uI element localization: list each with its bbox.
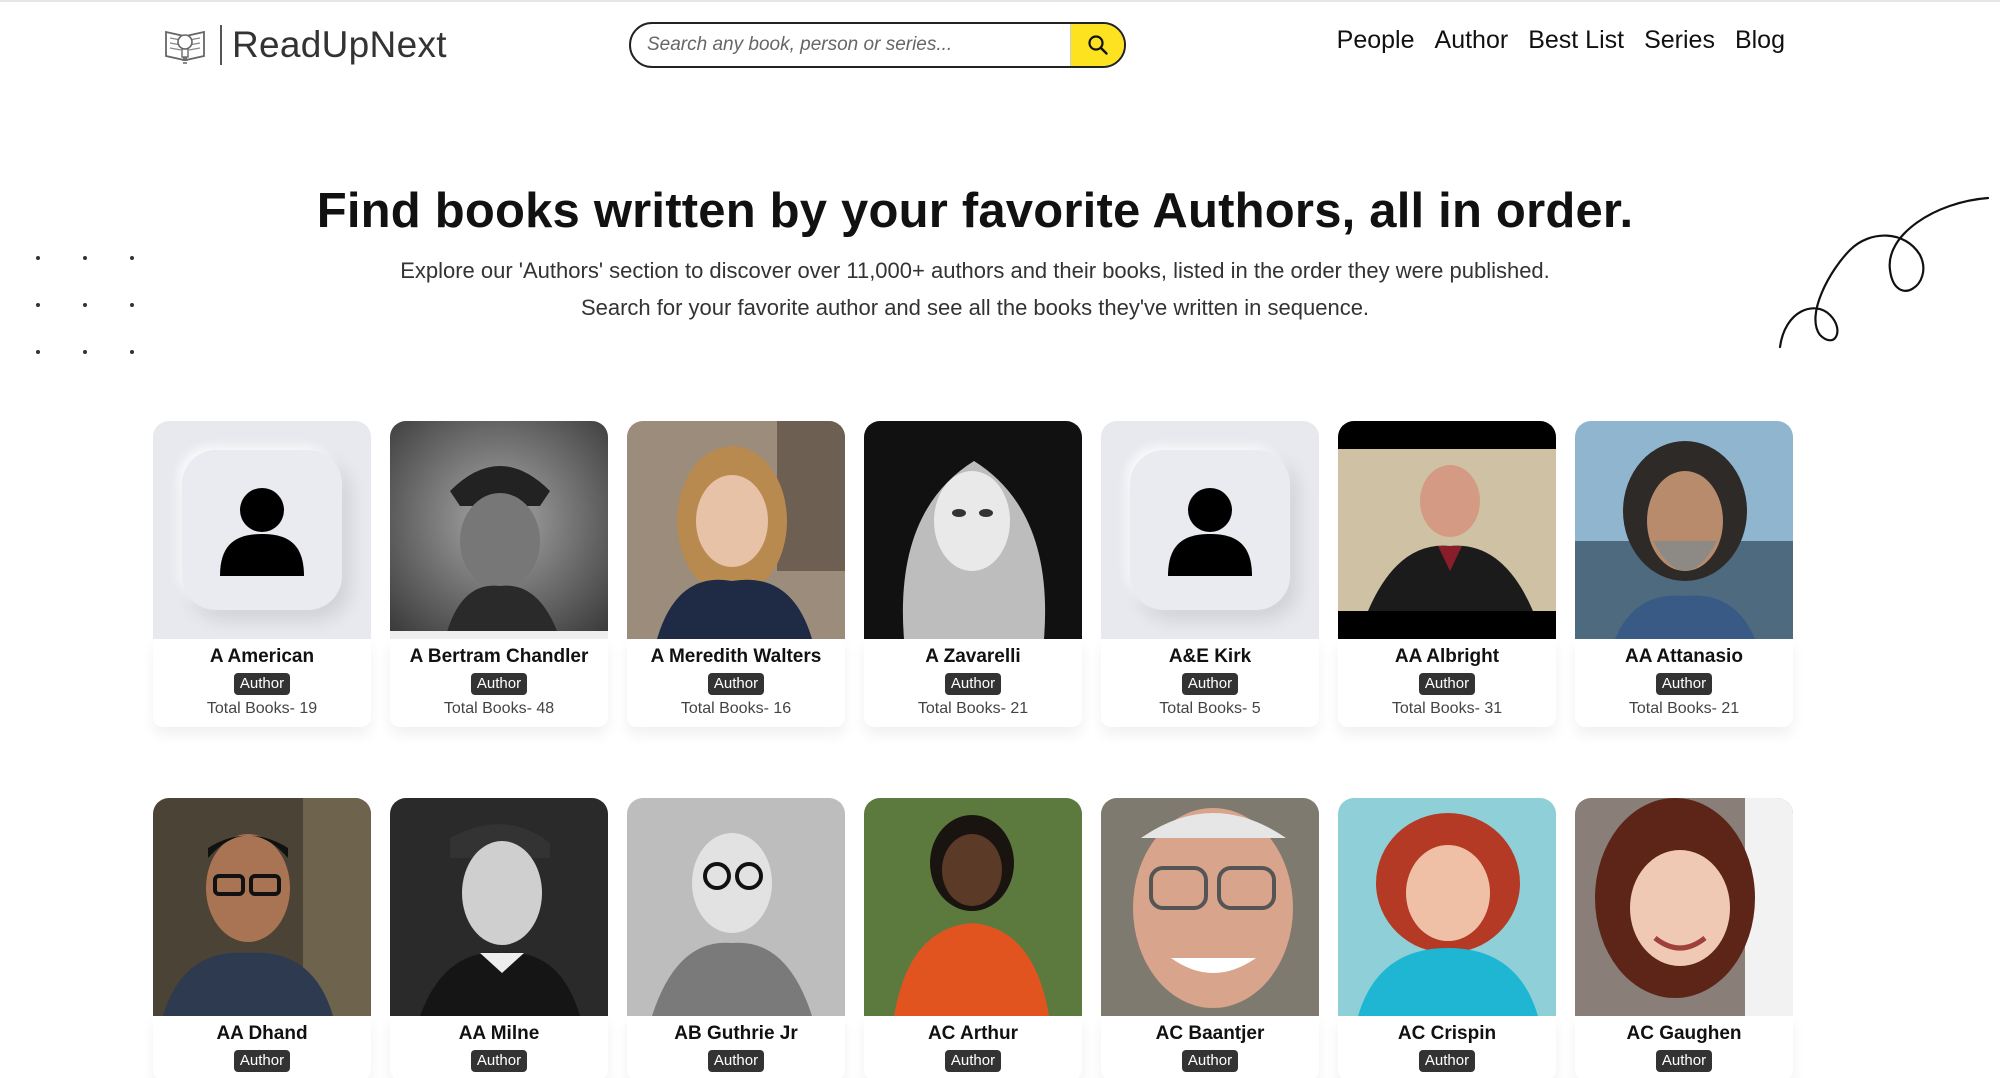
page-subtitle-line2: Search for your favorite author and see …: [580, 295, 1370, 320]
author-name[interactable]: AC Arthur: [864, 1021, 1082, 1047]
search-input[interactable]: [631, 24, 1070, 66]
author-card[interactable]: AA Dhand Author: [153, 798, 371, 1078]
site-header: ReadUpNext People Author Best List Serie…: [0, 0, 2000, 92]
author-info: AC Baantjer Author: [1101, 1016, 1319, 1078]
author-badge: Author: [1655, 673, 1713, 695]
author-badge: Author: [233, 673, 291, 695]
author-badge: Author: [707, 1050, 765, 1072]
author-card[interactable]: A Bertram Chandler Author Total Books- 4…: [390, 421, 608, 727]
author-badge: Author: [1181, 673, 1239, 695]
author-name[interactable]: A American: [153, 644, 371, 670]
author-name[interactable]: A Zavarelli: [864, 644, 1082, 670]
author-badge: Author: [233, 1050, 291, 1072]
author-photo[interactable]: [1575, 421, 1793, 639]
author-info: A American Author Total Books- 19: [153, 639, 371, 727]
author-photo[interactable]: [1101, 421, 1319, 639]
author-badge: Author: [470, 1050, 528, 1072]
author-card[interactable]: AA Albright Author Total Books- 31: [1338, 421, 1556, 727]
total-books: Total Books- 21: [1628, 700, 1740, 717]
author-info: AA Milne Author: [390, 1016, 608, 1078]
author-card[interactable]: AA Milne Author: [390, 798, 608, 1078]
author-info: A Zavarelli Author Total Books- 21: [864, 639, 1082, 727]
author-info: AC Arthur Author: [864, 1016, 1082, 1078]
person-icon: [1168, 488, 1252, 576]
total-books: Total Books- 19: [206, 700, 318, 717]
page-subtitle-line1: Explore our 'Authors' section to discove…: [400, 258, 1550, 283]
author-card[interactable]: AC Arthur Author: [864, 798, 1082, 1078]
logo-divider: [220, 25, 222, 65]
nav-series[interactable]: Series: [1644, 26, 1715, 55]
main-nav: People Author Best List Series Blog: [1337, 26, 1785, 55]
author-badge: Author: [707, 673, 765, 695]
author-photo[interactable]: [864, 798, 1082, 1016]
author-info: AA Albright Author Total Books- 31: [1338, 639, 1556, 727]
brand-name: ReadUpNext: [232, 24, 447, 65]
author-photo[interactable]: [1575, 798, 1793, 1016]
author-card[interactable]: AB Guthrie Jr Author: [627, 798, 845, 1078]
author-badge: Author: [944, 673, 1002, 695]
total-books: Total Books- 5: [1159, 700, 1261, 717]
authors-grid: A American Author Total Books- 19 A Bert…: [153, 421, 1798, 1078]
page-title: Find books written by your favorite Auth…: [316, 184, 1634, 238]
author-badge: Author: [470, 673, 528, 695]
author-photo[interactable]: [390, 421, 608, 639]
author-name[interactable]: AA Milne: [390, 1021, 608, 1047]
author-card[interactable]: A American Author Total Books- 19: [153, 421, 371, 727]
author-badge: Author: [1418, 1050, 1476, 1072]
author-info: A&E Kirk Author Total Books- 5: [1101, 639, 1319, 727]
author-card[interactable]: A Zavarelli Author Total Books- 21: [864, 421, 1082, 727]
author-info: AA Dhand Author: [153, 1016, 371, 1078]
brand-logo[interactable]: ReadUpNext: [162, 20, 447, 70]
total-books: Total Books- 48: [443, 700, 555, 717]
author-photo[interactable]: [864, 421, 1082, 639]
author-name[interactable]: A Bertram Chandler: [390, 644, 608, 670]
author-card[interactable]: A Meredith Walters Author Total Books- 1…: [627, 421, 845, 727]
author-info: AB Guthrie Jr Author: [627, 1016, 845, 1078]
author-badge: Author: [1418, 673, 1476, 695]
author-badge: Author: [1655, 1050, 1713, 1072]
total-books: Total Books- 21: [917, 700, 1029, 717]
author-photo[interactable]: [1101, 798, 1319, 1016]
author-name[interactable]: A Meredith Walters: [627, 644, 845, 670]
author-name[interactable]: A&E Kirk: [1101, 644, 1319, 670]
search-icon: [1087, 35, 1108, 55]
total-books: Total Books- 16: [680, 700, 792, 717]
person-icon: [220, 488, 304, 576]
author-info: AC Crispin Author: [1338, 1016, 1556, 1078]
nav-author[interactable]: Author: [1435, 26, 1509, 55]
author-card[interactable]: AC Crispin Author: [1338, 798, 1556, 1078]
author-name[interactable]: AB Guthrie Jr: [627, 1021, 845, 1047]
author-card[interactable]: AC Gaughen Author: [1575, 798, 1793, 1078]
search-bar: [629, 22, 1126, 68]
author-info: A Bertram Chandler Author Total Books- 4…: [390, 639, 608, 727]
author-photo[interactable]: [1338, 798, 1556, 1016]
author-info: AA Attanasio Author Total Books- 21: [1575, 639, 1793, 727]
total-books: Total Books- 31: [1391, 700, 1503, 717]
author-photo[interactable]: [390, 798, 608, 1016]
book-bulb-icon: [165, 30, 205, 64]
author-name[interactable]: AC Crispin: [1338, 1021, 1556, 1047]
author-info: AC Gaughen Author: [1575, 1016, 1793, 1078]
author-name[interactable]: AC Gaughen: [1575, 1021, 1793, 1047]
author-card[interactable]: A&E Kirk Author Total Books- 5: [1101, 421, 1319, 727]
author-info: A Meredith Walters Author Total Books- 1…: [627, 639, 845, 727]
nav-best-list[interactable]: Best List: [1528, 26, 1624, 55]
author-badge: Author: [1181, 1050, 1239, 1072]
author-name[interactable]: AA Albright: [1338, 644, 1556, 670]
author-name[interactable]: AC Baantjer: [1101, 1021, 1319, 1047]
nav-people[interactable]: People: [1337, 26, 1415, 55]
author-photo[interactable]: [153, 421, 371, 639]
author-card[interactable]: AA Attanasio Author Total Books- 21: [1575, 421, 1793, 727]
author-photo[interactable]: [1338, 421, 1556, 639]
author-photo[interactable]: [627, 798, 845, 1016]
author-photo[interactable]: [627, 421, 845, 639]
author-name[interactable]: AA Attanasio: [1575, 644, 1793, 670]
author-card[interactable]: AC Baantjer Author: [1101, 798, 1319, 1078]
author-photo[interactable]: [153, 798, 371, 1016]
author-name[interactable]: AA Dhand: [153, 1021, 371, 1047]
author-badge: Author: [944, 1050, 1002, 1072]
nav-blog[interactable]: Blog: [1735, 26, 1785, 55]
search-button[interactable]: [1070, 24, 1124, 66]
